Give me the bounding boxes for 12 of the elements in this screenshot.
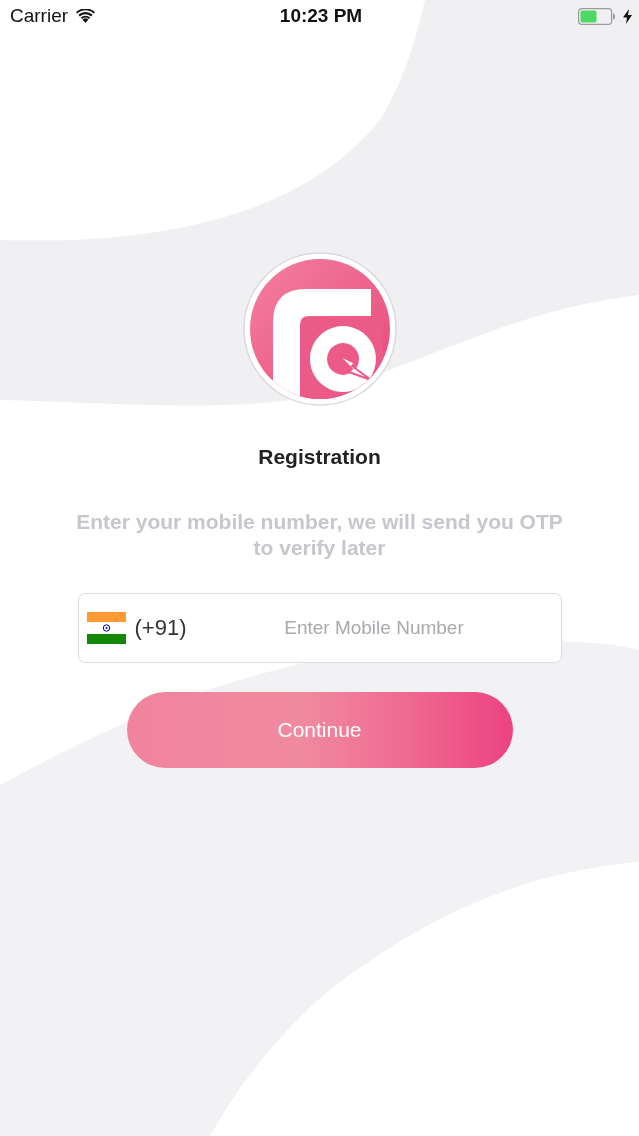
instruction-text: Enter your mobile number, we will send you OTP to verify later	[75, 509, 564, 561]
clock-time: 10:23 PM	[279, 5, 363, 27]
wifi-icon	[76, 9, 96, 23]
carrier-label: Carrier	[10, 5, 69, 27]
charging-bolt-icon	[623, 8, 632, 24]
battery-icon	[578, 7, 615, 25]
flag-icon	[86, 612, 126, 644]
phone-number-field[interactable]: (+91) Enter Mobile Number	[77, 593, 562, 663]
country-code[interactable]: (+91)	[134, 615, 187, 641]
mobile-number-input[interactable]: Enter Mobile Number	[195, 612, 553, 644]
logo-icon	[242, 252, 397, 406]
registration-title: Registration	[258, 445, 381, 469]
